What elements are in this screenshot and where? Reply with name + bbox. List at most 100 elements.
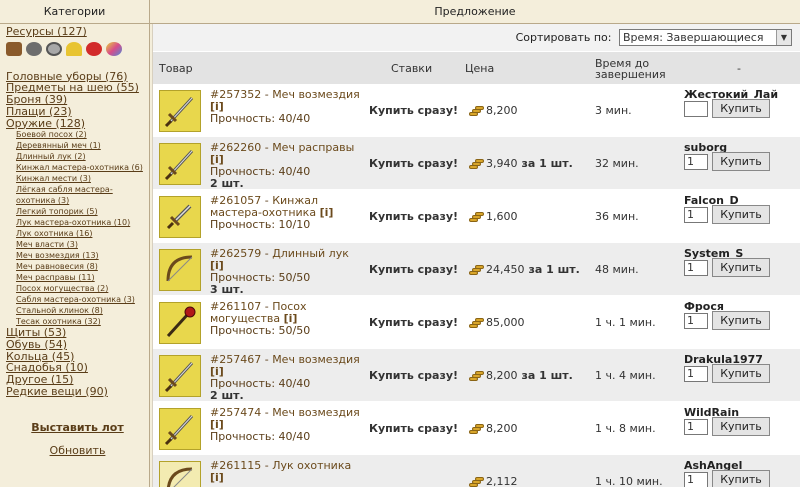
price-cell: 24,450 за 1 шт. — [469, 243, 580, 296]
item-durability: Прочность: 40/40 — [210, 112, 311, 125]
chevron-down-icon[interactable]: ▼ — [776, 30, 791, 45]
table-row: #261107 - Посох могущества [i] Прочность:… — [153, 296, 800, 349]
subcategory-link[interactable]: Меч равновесия (8) — [16, 261, 149, 272]
price-value: 3,940 — [486, 157, 518, 170]
price-cell: 2,112 — [469, 455, 518, 487]
crystal-icon[interactable] — [86, 41, 102, 56]
item-image[interactable] — [159, 249, 201, 291]
item-image[interactable] — [159, 408, 201, 450]
category-list-more: Щиты (53) Обувь (54) Кольца (45) Снадобья (… — [6, 327, 149, 397]
price-per-unit: за 1 шт. — [521, 369, 573, 382]
wood-icon[interactable] — [6, 41, 22, 56]
place-lot-link[interactable]: Выставить лот — [6, 421, 149, 434]
quantity-input[interactable]: 1 — [684, 207, 708, 223]
item-description: #262579 - Длинный лук [i] Прочность: 50/5… — [210, 247, 349, 296]
subcategory-link[interactable]: Посох могущества (2) — [16, 283, 149, 294]
table-row: #262260 - Меч расправы [i] Прочность: 40/… — [153, 137, 800, 190]
item-name: Лук охотника — [272, 459, 352, 472]
buy-button[interactable]: Купить — [712, 417, 770, 436]
gem-icon[interactable] — [106, 41, 122, 56]
category-resources[interactable]: Ресурсы (127) — [6, 26, 149, 38]
column-item: Товар — [159, 62, 193, 75]
item-description: #261107 - Посох могущества [i] Прочность:… — [210, 300, 311, 337]
item-image[interactable] — [159, 461, 201, 487]
table-row: #262579 - Длинный лук [i] Прочность: 50/5… — [153, 243, 800, 296]
quantity-input[interactable]: 1 — [684, 472, 708, 487]
sort-select[interactable]: Время: Завершающиеся ▼ — [619, 29, 792, 46]
sort-bar: Сортировать по: Время: Завершающиеся ▼ — [153, 24, 800, 51]
item-durability: Прочность: 10/10 — [210, 218, 311, 231]
quantity-input[interactable]: 1 — [684, 366, 708, 382]
table-row: #261115 - Лук охотника [i] 2,112 1 ч. 10 м… — [153, 455, 800, 487]
subcategory-link[interactable]: Меч власти (3) — [16, 239, 149, 250]
time-left: 1 ч. 4 мин. — [595, 369, 656, 382]
time-left: 3 мин. — [595, 104, 632, 117]
price-cell: 3,940 за 1 шт. — [469, 137, 573, 190]
sword-icon — [162, 145, 198, 184]
buy-button[interactable]: Купить — [712, 470, 770, 487]
quantity-input[interactable]: 1 — [684, 419, 708, 435]
table-row: #257474 - Меч возмездия [i] Прочность: 40… — [153, 402, 800, 455]
category-link[interactable]: Обувь (54) — [6, 339, 149, 351]
column-price: Цена — [465, 62, 495, 75]
item-info-link[interactable]: [i] — [210, 471, 224, 484]
subcategory-link[interactable]: Кинжал мести (3) — [16, 173, 149, 184]
subcategory-link[interactable]: Деревянный меч (1) — [16, 140, 149, 151]
quantity-input[interactable]: 1 — [684, 154, 708, 170]
price-per-unit: за 1 шт. — [521, 157, 573, 170]
buy-button[interactable]: Купить — [712, 99, 770, 118]
column-time-line2: завершения — [595, 67, 666, 81]
price-value: 24,450 — [486, 263, 525, 276]
refresh-link[interactable]: Обновить — [6, 444, 149, 457]
buy-button[interactable]: Купить — [712, 311, 770, 330]
offers-table-body: #257352 - Меч возмездия [i] Прочность: 40… — [153, 84, 800, 487]
subcategory-link[interactable]: Меч расправы (11) — [16, 272, 149, 283]
subcategory-link[interactable]: Сабля мастера-охотника (3) — [16, 294, 149, 305]
subcategory-link[interactable]: Лук мастера-охотника (10) — [16, 217, 149, 228]
item-quantity: 2 шт. — [210, 177, 244, 190]
subcategory-link[interactable]: Лук охотника (16) — [16, 228, 149, 239]
subcategory-link[interactable]: Стальной клинок (8) — [16, 305, 149, 316]
subcategory-link[interactable]: Кинжал мастера-охотника (6) — [16, 162, 149, 173]
ore-icon[interactable] — [26, 41, 42, 56]
category-link[interactable]: Другое (15) — [6, 374, 149, 386]
item-image[interactable] — [159, 302, 201, 344]
subcategory-link[interactable]: Легкий топорик (5) — [16, 206, 149, 217]
sword-icon — [162, 92, 198, 131]
item-image[interactable] — [159, 355, 201, 397]
subcategory-link[interactable]: Меч возмездия (13) — [16, 250, 149, 261]
quantity-input[interactable]: 1 — [684, 313, 708, 329]
item-description: #261057 - Кинжал мастера-охотника [i] Про… — [210, 194, 334, 231]
item-info-link[interactable]: [i] — [320, 206, 334, 219]
mercury-icon[interactable] — [46, 41, 62, 56]
item-durability: Прочность: 40/40 — [210, 430, 311, 443]
offers-header: Предложение — [150, 0, 800, 24]
price-cell: 8,200 — [469, 402, 518, 455]
item-image[interactable] — [159, 143, 201, 185]
subcategory-link[interactable]: Боевой посох (2) — [16, 129, 149, 140]
quantity-input[interactable]: 1 — [684, 260, 708, 276]
price-value: 8,200 — [486, 369, 518, 382]
price-value: 8,200 — [486, 104, 518, 117]
buy-now-label: Купить сразу! — [369, 104, 459, 117]
buy-button[interactable]: Купить — [712, 258, 770, 277]
item-image[interactable] — [159, 90, 201, 132]
item-image[interactable] — [159, 196, 201, 238]
item-quantity: 3 шт. — [210, 283, 244, 296]
table-row: #257352 - Меч возмездия [i] Прочность: 40… — [153, 84, 800, 137]
category-link[interactable]: Редкие вещи (90) — [6, 386, 149, 398]
category-link[interactable]: Плащи (23) — [6, 106, 149, 118]
buy-button[interactable]: Купить — [712, 205, 770, 224]
category-link[interactable]: Оружие (128) — [6, 117, 149, 130]
sulfur-icon[interactable] — [66, 41, 82, 56]
buy-now-label: Купить сразу! — [369, 369, 459, 382]
item-description: #257467 - Меч возмездия [i] Прочность: 40… — [210, 353, 360, 402]
buy-button[interactable]: Купить — [712, 364, 770, 383]
item-description: #257352 - Меч возмездия [i] Прочность: 40… — [210, 88, 360, 125]
subcategory-link[interactable]: Длинный лук (2) — [16, 151, 149, 162]
categories-header: Категории — [0, 0, 150, 24]
table-row: #261057 - Кинжал мастера-охотника [i] Про… — [153, 190, 800, 243]
quantity-input[interactable] — [684, 101, 708, 117]
buy-button[interactable]: Купить — [712, 152, 770, 171]
subcategory-link[interactable]: Лёгкая сабля мастера-охотника (3) — [6, 184, 149, 206]
